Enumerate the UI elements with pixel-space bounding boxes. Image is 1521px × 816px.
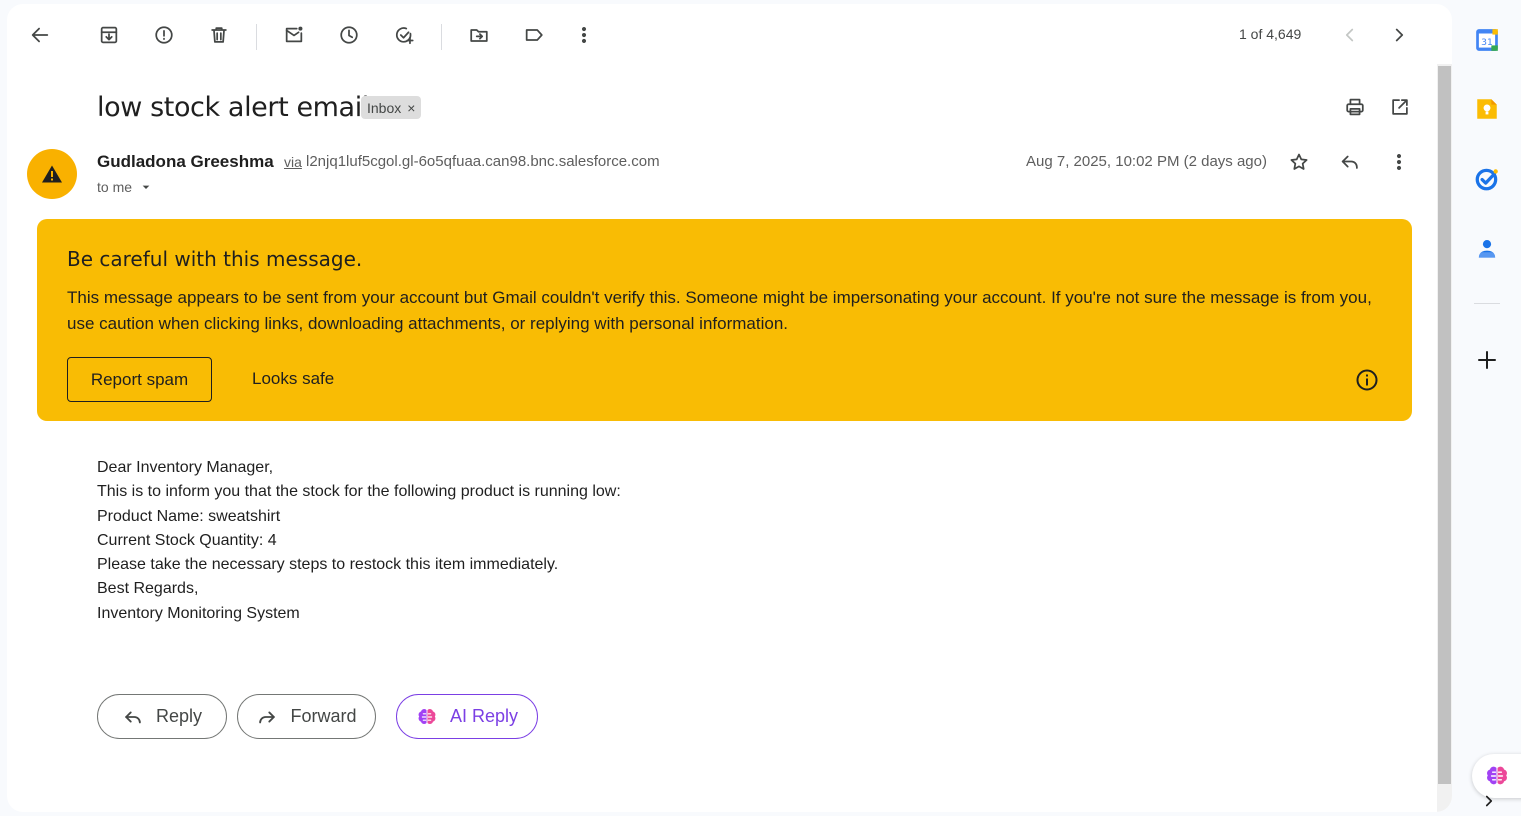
move-to-button[interactable]: [459, 15, 499, 55]
keep-app-button[interactable]: [1472, 94, 1502, 124]
contacts-icon: [1478, 240, 1496, 258]
body-line: Product Name: sweatshirt: [97, 507, 281, 525]
trash-icon: [211, 27, 227, 43]
email-body: Dear Inventory Manager, This is to infor…: [97, 456, 621, 626]
star-button[interactable]: [1282, 145, 1316, 179]
body-line: Best Regards,: [97, 580, 199, 598]
ai-reply-label: AI Reply: [449, 706, 519, 726]
clock-icon: [340, 26, 358, 44]
add-icon: [1478, 351, 1496, 369]
mark-unread-button[interactable]: [274, 15, 314, 55]
add-task-button[interactable]: [384, 15, 424, 55]
mail-unread-icon: [285, 26, 303, 43]
report-spam-button[interactable]: [144, 15, 184, 55]
warning-icon: [42, 165, 62, 183]
body-line: Inventory Monitoring System: [97, 604, 300, 622]
expand-side-panel-button[interactable]: [1480, 792, 1498, 812]
print-button[interactable]: [1338, 90, 1372, 124]
newer-button[interactable]: [1330, 15, 1370, 55]
calendar-icon: 31: [1476, 29, 1498, 51]
chevron-right-icon: [1395, 28, 1404, 42]
snooze-button[interactable]: [329, 15, 369, 55]
email-subject: low stock alert email: [97, 92, 369, 123]
pager-count: 1 of 4,649: [1239, 26, 1302, 42]
folder-move-icon: [470, 29, 488, 42]
message-more-button[interactable]: [1382, 145, 1416, 179]
sender-avatar[interactable]: [27, 149, 77, 199]
archive-icon: [100, 26, 118, 44]
recipient-text: to me: [97, 179, 133, 195]
arrow-left-icon: [31, 27, 49, 43]
looks-safe-button[interactable]: Looks safe: [252, 369, 334, 389]
sender-address: l2njq1luf5cgol.gl-6o5qfuaa.can98.bnc.sal…: [306, 153, 660, 170]
body-line: Current Stock Quantity: 4: [97, 531, 277, 549]
tasks-icon: [1475, 168, 1498, 191]
star-icon: [1290, 153, 1308, 170]
warning-title: Be careful with this message.: [67, 247, 363, 271]
calendar-app-button[interactable]: 31: [1472, 25, 1502, 55]
remove-label-icon[interactable]: ×: [407, 100, 415, 116]
chevron-right-icon: [1485, 795, 1493, 807]
older-button[interactable]: [1379, 15, 1419, 55]
brain-icon: [1487, 766, 1507, 785]
reply-label: Reply: [155, 706, 203, 726]
report-spam-banner-button[interactable]: Report spam: [67, 357, 212, 402]
add-task-icon: [395, 27, 414, 45]
more-vert-icon: [1396, 153, 1402, 171]
tasks-app-button[interactable]: [1472, 164, 1502, 194]
label-icon: [525, 29, 543, 41]
label-chip-inbox[interactable]: Inbox ×: [361, 96, 422, 119]
open-in-new-window-button[interactable]: [1383, 90, 1417, 124]
via-link[interactable]: via: [284, 154, 302, 170]
report-icon: [155, 26, 173, 44]
toolbar-divider: [256, 24, 257, 50]
spoofing-warning-banner: Be careful with this message. This messa…: [37, 219, 1412, 421]
forward-label: Forward: [290, 706, 357, 726]
delete-button[interactable]: [199, 15, 239, 55]
print-icon: [1346, 98, 1364, 116]
reply-icon: [125, 711, 141, 723]
label-chip-text: Inbox: [367, 99, 402, 116]
more-vert-icon: [581, 26, 587, 44]
reply-icon: [1341, 155, 1358, 169]
contacts-app-button[interactable]: [1472, 234, 1502, 264]
sender-name[interactable]: Gudladona Greeshma: [97, 152, 274, 172]
forward-button[interactable]: Forward: [237, 694, 376, 739]
ai-reply-button[interactable]: AI Reply: [396, 694, 538, 739]
reply-button[interactable]: Reply: [97, 694, 227, 739]
forward-icon: [259, 711, 276, 723]
brain-icon: [418, 708, 436, 724]
chevron-left-icon: [1345, 28, 1354, 42]
caret-down-icon: [142, 185, 150, 189]
email-view: 1 of 4,649 low stock alert email Inbox ×…: [7, 4, 1452, 812]
warning-body: This message appears to be sent from you…: [67, 288, 1372, 333]
keep-icon: [1477, 99, 1497, 119]
calendar-day: 31: [1481, 37, 1493, 48]
body-line: Dear Inventory Manager,: [97, 459, 274, 476]
body-line: Please take the necessary steps to resto…: [97, 556, 559, 574]
side-panel-divider: [1474, 303, 1500, 304]
scrollbar-thumb[interactable]: [1438, 66, 1451, 784]
toolbar-divider: [441, 24, 442, 50]
open-in-new-icon: [1392, 99, 1408, 115]
get-add-ons-button[interactable]: [1472, 345, 1502, 375]
side-panel: 31: [1452, 0, 1521, 816]
body-line: This is to inform you that the stock for…: [97, 483, 621, 501]
more-options-button[interactable]: [564, 15, 604, 55]
info-icon: [1356, 369, 1378, 391]
back-button[interactable]: [20, 15, 60, 55]
toolbar: 1 of 4,649: [7, 4, 1452, 64]
email-date: Aug 7, 2025, 10:02 PM (2 days ago): [1026, 153, 1267, 170]
reply-icon-button[interactable]: [1333, 145, 1367, 179]
recipient-details-toggle[interactable]: to me: [97, 179, 154, 195]
info-button[interactable]: [1353, 366, 1381, 394]
label-button[interactable]: [514, 15, 554, 55]
archive-button[interactable]: [89, 15, 129, 55]
